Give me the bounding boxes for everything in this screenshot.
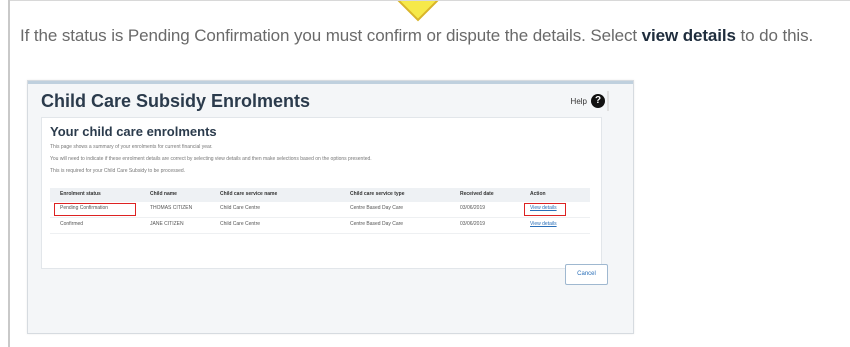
view-details-link[interactable]: View details xyxy=(530,205,557,211)
card-description-line: This page shows a summary of your enrolm… xyxy=(50,144,213,150)
help-divider xyxy=(607,91,609,111)
service-type-cell: Centre Based Day Care xyxy=(350,205,404,211)
instruction-bold: view details xyxy=(641,26,736,45)
column-header: Child care service name xyxy=(220,191,278,197)
table-row: Pending Confirmation THOMAS CITIZEN Chil… xyxy=(50,202,590,218)
column-header: Child name xyxy=(150,191,177,197)
card-title: Your child care enrolments xyxy=(50,124,217,139)
table-row: Confirmed JANE CITIZEN Child Care Centre… xyxy=(50,218,590,234)
page-title: Child Care Subsidy Enrolments xyxy=(41,91,311,111)
help-button[interactable]: Help ? xyxy=(571,94,605,108)
enrolments-card: Your child care enrolments This page sho… xyxy=(41,117,602,269)
status-cell: Pending Confirmation xyxy=(60,205,109,211)
service-name-cell: Child Care Centre xyxy=(220,205,261,211)
status-cell: Confirmed xyxy=(60,221,84,227)
column-header: Child care service type xyxy=(350,191,405,197)
instruction-suffix: to do this. xyxy=(735,26,814,45)
frame-left-border xyxy=(8,0,10,347)
instruction-text: If the status is Pending Confirmation yo… xyxy=(20,26,846,46)
instruction-prefix: If the status is Pending Confirmation yo… xyxy=(20,26,642,45)
help-label: Help xyxy=(570,96,587,106)
view-details-link[interactable]: View details xyxy=(530,221,557,227)
child-name-cell: THOMAS CITIZEN xyxy=(150,205,193,211)
card-description-line: You will need to indicate if these enrol… xyxy=(50,156,372,162)
enrolments-panel: Child Care Subsidy Enrolments Help ? You… xyxy=(27,80,634,334)
column-header: Received date xyxy=(460,191,494,197)
received-date-cell: 03/06/2019 xyxy=(460,205,486,211)
card-description-line: This is required for your Child Care Sub… xyxy=(50,168,186,174)
down-arrow-icon xyxy=(396,0,440,22)
cancel-button[interactable]: Cancel xyxy=(565,264,608,285)
received-date-cell: 03/06/2019 xyxy=(460,221,486,227)
enrolments-table: Enrolment status Child name Child care s… xyxy=(50,188,590,234)
frame-top-border xyxy=(8,0,850,1)
column-header: Action xyxy=(530,191,546,197)
panel-top-bar xyxy=(28,81,633,84)
child-name-cell: JANE CITIZEN xyxy=(150,221,184,227)
service-name-cell: Child Care Centre xyxy=(220,221,261,227)
table-header-row: Enrolment status Child name Child care s… xyxy=(50,188,590,202)
question-mark-icon: ? xyxy=(591,94,605,108)
service-type-cell: Centre Based Day Care xyxy=(350,221,404,227)
column-header: Enrolment status xyxy=(60,191,101,197)
